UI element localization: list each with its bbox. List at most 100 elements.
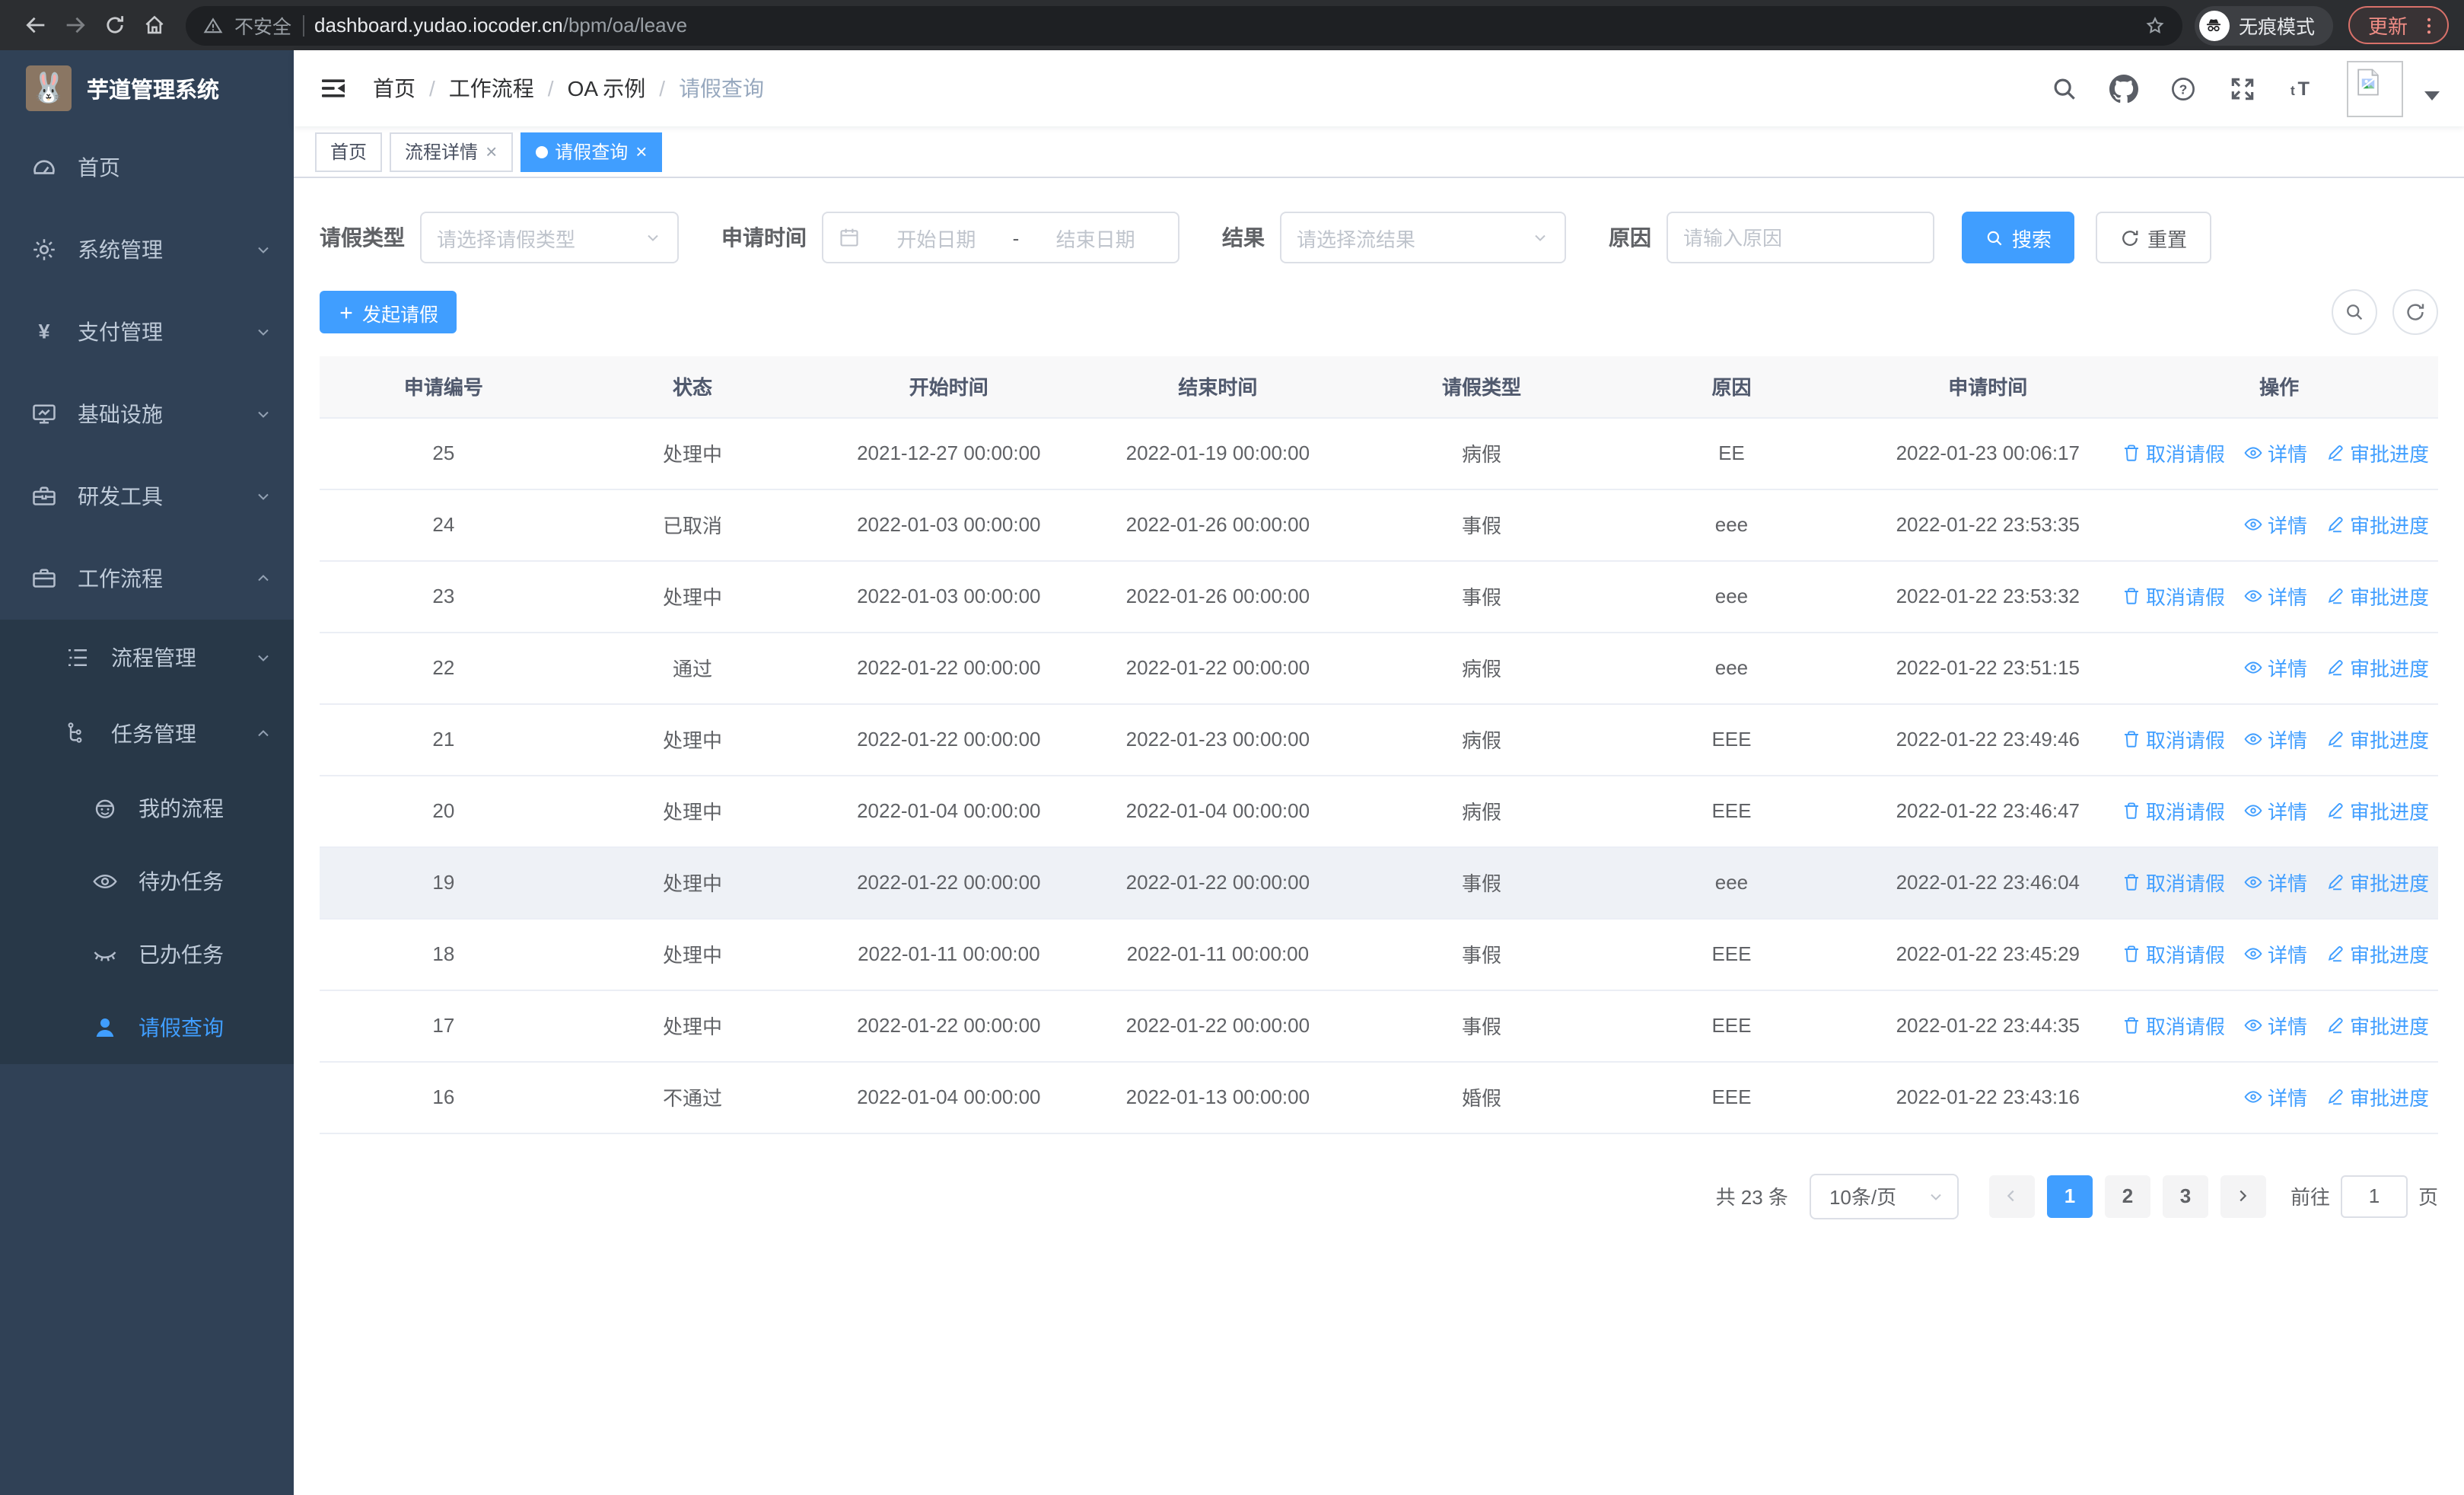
action-detail-link[interactable]: 详情 bbox=[2243, 1011, 2307, 1040]
forward-icon bbox=[65, 17, 84, 33]
action-cancel-leave-link[interactable]: 取消请假 bbox=[2122, 939, 2225, 968]
close-icon[interactable] bbox=[635, 140, 647, 163]
sidebar-item-infrastructure[interactable]: 基础设施 bbox=[0, 373, 294, 455]
action-progress-link[interactable]: 审批进度 bbox=[2326, 582, 2429, 610]
sidebar-item-system[interactable]: 系统管理 bbox=[0, 209, 294, 291]
cell-reason: eee bbox=[1607, 560, 1856, 633]
edit-pen-icon bbox=[2326, 586, 2345, 606]
cell-actions: 取消请假 详情 审批进度 bbox=[2120, 775, 2438, 847]
action-detail-link[interactable]: 详情 bbox=[2243, 725, 2307, 754]
action-cancel-leave-link[interactable]: 取消请假 bbox=[2122, 725, 2225, 754]
action-detail-link[interactable]: 详情 bbox=[2243, 438, 2307, 467]
url-bar[interactable]: 不安全 dashboard.yudao.iocoder.cn/bpm/oa/le… bbox=[186, 5, 2182, 45]
sidebar-item-my-process[interactable]: 我的流程 bbox=[0, 772, 294, 845]
tab-home[interactable]: 首页 bbox=[315, 132, 383, 171]
chevron-down-icon bbox=[254, 649, 272, 667]
breadcrumb-home[interactable]: 首页 bbox=[373, 73, 415, 104]
reload-button[interactable] bbox=[94, 5, 134, 45]
action-detail-link[interactable]: 详情 bbox=[2243, 653, 2307, 682]
sidebar-item-payment[interactable]: ¥ 支付管理 bbox=[0, 291, 294, 373]
tab-process-detail[interactable]: 流程详情 bbox=[390, 132, 513, 171]
action-cancel-leave-link[interactable]: 取消请假 bbox=[2122, 582, 2225, 610]
action-progress-link[interactable]: 审批进度 bbox=[2326, 438, 2429, 467]
sidebar-item-task-mgmt[interactable]: 任务管理 bbox=[0, 696, 294, 772]
search-button[interactable]: 搜索 bbox=[1962, 212, 2075, 263]
action-progress-link[interactable]: 审批进度 bbox=[2326, 868, 2429, 897]
cell-status: 处理中 bbox=[567, 846, 818, 919]
kebab-menu-icon[interactable] bbox=[2418, 14, 2440, 36]
fullscreen-icon[interactable] bbox=[2228, 74, 2257, 103]
action-detail-link[interactable]: 详情 bbox=[2243, 939, 2307, 968]
goto-page-input[interactable] bbox=[2340, 1175, 2408, 1217]
chevron-down-icon bbox=[1531, 228, 1549, 247]
action-detail-link[interactable]: 详情 bbox=[2243, 868, 2307, 897]
action-detail-link[interactable]: 详情 bbox=[2243, 796, 2307, 825]
top-navbar: 首页 工作流程 OA 示例 请假查询 ? tT bbox=[294, 50, 2464, 126]
action-detail-link[interactable]: 详情 bbox=[2243, 510, 2307, 539]
cell-leave-type: 病假 bbox=[1355, 632, 1608, 704]
page-size-select[interactable]: 10条/页 bbox=[1809, 1173, 1959, 1219]
prev-page-button[interactable] bbox=[1988, 1175, 2035, 1217]
action-cancel-leave-link[interactable]: 取消请假 bbox=[2122, 868, 2225, 897]
page-button-3[interactable]: 3 bbox=[2162, 1175, 2208, 1217]
toggle-search-button[interactable] bbox=[2332, 289, 2377, 335]
reason-input[interactable] bbox=[1667, 212, 1934, 263]
cell-status: 处理中 bbox=[567, 918, 818, 990]
font-size-icon[interactable]: tT bbox=[2287, 74, 2316, 103]
table-row: 20 处理中 2022-01-04 00:00:00 2022-01-04 00… bbox=[320, 775, 2438, 847]
refresh-icon bbox=[2405, 301, 2426, 323]
result-select[interactable]: 请选择流结果 bbox=[1280, 212, 1566, 263]
security-label: 不安全 bbox=[234, 17, 292, 38]
page-button-2[interactable]: 2 bbox=[2104, 1175, 2150, 1217]
sidebar-item-workflow[interactable]: 工作流程 bbox=[0, 537, 294, 620]
avatar[interactable] bbox=[2347, 60, 2403, 116]
forward-button[interactable] bbox=[55, 5, 94, 45]
cell-start-time: 2022-01-22 00:00:00 bbox=[817, 846, 1081, 919]
search-icon[interactable] bbox=[2050, 74, 2079, 103]
breadcrumb-workflow[interactable]: 工作流程 bbox=[449, 73, 534, 104]
edit-pen-icon bbox=[2326, 872, 2345, 892]
action-progress-link[interactable]: 审批进度 bbox=[2326, 653, 2429, 682]
date-start-placeholder: 开始日期 bbox=[896, 228, 976, 250]
table-toolbar: 发起请假 bbox=[320, 289, 2438, 335]
refresh-table-button[interactable] bbox=[2392, 289, 2438, 335]
action-progress-link[interactable]: 审批进度 bbox=[2326, 1082, 2429, 1111]
github-icon[interactable] bbox=[2109, 74, 2138, 103]
sidebar-item-todo-tasks[interactable]: 待办任务 bbox=[0, 845, 294, 918]
sidebar-item-home[interactable]: 首页 bbox=[0, 126, 294, 209]
sidebar-item-done-tasks[interactable]: 已办任务 bbox=[0, 918, 294, 991]
app-logo[interactable]: 🐰 芋道管理系统 bbox=[0, 50, 294, 126]
tab-leave-query[interactable]: 请假查询 bbox=[520, 132, 663, 171]
avatar-caret-icon[interactable] bbox=[2424, 91, 2440, 100]
bookmark-button[interactable] bbox=[2137, 7, 2173, 43]
breadcrumb-oa[interactable]: OA 示例 bbox=[568, 73, 646, 104]
leave-type-select[interactable]: 请选择请假类型 bbox=[420, 212, 679, 263]
reset-button[interactable]: 重置 bbox=[2096, 212, 2212, 263]
action-cancel-leave-link[interactable]: 取消请假 bbox=[2122, 796, 2225, 825]
action-progress-link[interactable]: 审批进度 bbox=[2326, 796, 2429, 825]
apply-time-range-picker[interactable]: 开始日期 - 结束日期 bbox=[822, 212, 1179, 263]
action-progress-link[interactable]: 审批进度 bbox=[2326, 939, 2429, 968]
back-button[interactable] bbox=[15, 5, 55, 45]
action-detail-link[interactable]: 详情 bbox=[2243, 1082, 2307, 1111]
collapse-sidebar-button[interactable] bbox=[318, 72, 352, 105]
action-cancel-leave-link[interactable]: 取消请假 bbox=[2122, 438, 2225, 467]
cell-actions: 详情 审批进度 bbox=[2120, 489, 2438, 561]
browser-update-button[interactable]: 更新 bbox=[2348, 6, 2449, 44]
next-page-button[interactable] bbox=[2220, 1175, 2266, 1217]
home-button[interactable] bbox=[134, 5, 173, 45]
question-icon[interactable]: ? bbox=[2169, 74, 2198, 103]
sidebar-item-devtools[interactable]: 研发工具 bbox=[0, 455, 294, 537]
sidebar-item-process-mgmt[interactable]: 流程管理 bbox=[0, 620, 294, 696]
action-progress-link[interactable]: 审批进度 bbox=[2326, 1011, 2429, 1040]
tree-icon bbox=[68, 722, 82, 743]
action-detail-link[interactable]: 详情 bbox=[2243, 582, 2307, 610]
page-button-1[interactable]: 1 bbox=[2046, 1175, 2093, 1217]
create-leave-button[interactable]: 发起请假 bbox=[320, 291, 457, 333]
action-progress-link[interactable]: 审批进度 bbox=[2326, 725, 2429, 754]
action-cancel-leave-link[interactable]: 取消请假 bbox=[2122, 1011, 2225, 1040]
eye-closed-icon bbox=[94, 952, 116, 961]
sidebar-item-leave-query[interactable]: 请假查询 bbox=[0, 991, 294, 1064]
action-progress-link[interactable]: 审批进度 bbox=[2326, 510, 2429, 539]
close-icon[interactable] bbox=[485, 140, 497, 163]
